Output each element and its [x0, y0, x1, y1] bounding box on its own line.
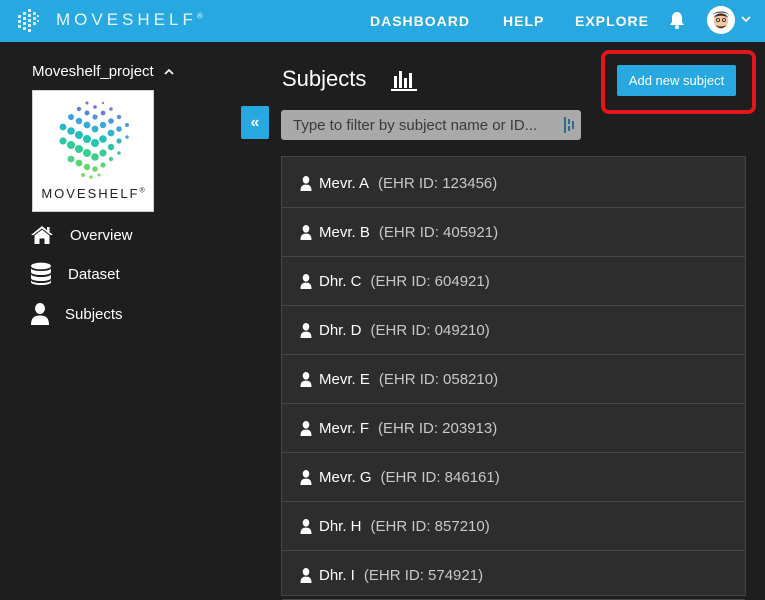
- user-icon: [31, 303, 49, 325]
- subject-ehr-id: (EHR ID: 123456): [378, 174, 498, 192]
- project-logo-text: MOVESHELF®: [41, 186, 145, 201]
- subject-name: Dhr. D: [319, 321, 362, 339]
- subject-name: Mevr. B: [319, 223, 370, 241]
- barcode-icon[interactable]: [564, 117, 576, 133]
- subject-name: Dhr. H: [319, 517, 362, 535]
- list-item[interactable]: Mevr. E (EHR ID: 058210): [282, 355, 745, 404]
- list-item[interactable]: Mevr. A (EHR ID: 123456): [282, 159, 745, 208]
- top-navbar: MOVESHELF® DASHBOARD HELP EXPLORE: [0, 0, 765, 42]
- nav-dashboard[interactable]: DASHBOARD: [370, 13, 470, 29]
- subject-ehr-id: (EHR ID: 846161): [380, 468, 500, 486]
- sidebar-item-subjects[interactable]: Subjects: [30, 302, 123, 326]
- user-icon: [300, 322, 312, 338]
- subject-name: Mevr. F: [319, 419, 370, 437]
- collapse-sidebar-button[interactable]: «: [241, 106, 269, 139]
- project-selector[interactable]: Moveshelf_project: [32, 63, 174, 80]
- subject-ehr-id: (EHR ID: 049210): [370, 321, 490, 339]
- home-icon: [31, 226, 53, 244]
- page-title: Subjects: [282, 66, 367, 91]
- bar-chart-icon[interactable]: [390, 68, 418, 92]
- brand-name[interactable]: MOVESHELF®: [56, 10, 203, 30]
- project-logo[interactable]: MOVESHELF®: [32, 90, 154, 212]
- bell-icon[interactable]: [669, 11, 685, 29]
- subject-list: Mevr. A (EHR ID: 123456) Mevr. B (EHR ID…: [281, 156, 746, 600]
- user-icon: [300, 518, 312, 534]
- user-icon: [300, 567, 312, 583]
- subject-name: Dhr. I: [319, 566, 355, 584]
- list-item[interactable]: Mevr. F (EHR ID: 203913): [282, 404, 745, 453]
- user-icon: [300, 469, 312, 485]
- chevron-down-icon[interactable]: [741, 15, 751, 23]
- filter-box: [281, 110, 581, 140]
- sidebar-item-overview[interactable]: Overview: [30, 223, 133, 247]
- user-icon: [300, 420, 312, 436]
- user-avatar[interactable]: [707, 6, 735, 34]
- chevron-up-icon: [164, 68, 174, 75]
- double-chevron-left-icon: «: [250, 113, 260, 131]
- sidebar-item-dataset[interactable]: Dataset: [30, 262, 120, 286]
- list-item[interactable]: Dhr. D (EHR ID: 049210): [282, 306, 745, 355]
- list-item[interactable]: Mevr. B (EHR ID: 405921): [282, 208, 745, 257]
- subject-name: Mevr. A: [319, 174, 370, 192]
- moveshelf-hexagon-icon: [59, 101, 129, 179]
- subject-name: Mevr. E: [319, 370, 370, 388]
- subject-ehr-id: (EHR ID: 405921): [378, 223, 499, 241]
- list-item[interactable]: Mevr. G (EHR ID: 846161): [282, 453, 745, 502]
- sidebar-item-label: Subjects: [65, 305, 123, 323]
- list-item[interactable]: Dhr. C (EHR ID: 604921): [282, 257, 745, 306]
- user-icon: [300, 175, 312, 191]
- subject-ehr-id: (EHR ID: 574921): [363, 566, 484, 584]
- subject-name: Dhr. C: [319, 272, 362, 290]
- subject-filter-input[interactable]: [293, 110, 555, 140]
- user-icon: [300, 273, 312, 289]
- subject-name: Mevr. G: [319, 468, 372, 486]
- add-new-subject-button[interactable]: Add new subject: [617, 65, 736, 96]
- nav-explore[interactable]: EXPLORE: [575, 13, 649, 29]
- moveshelf-logo-icon[interactable]: [16, 7, 42, 35]
- user-icon: [300, 371, 312, 387]
- list-item[interactable]: Dhr. H (EHR ID: 857210): [282, 502, 745, 551]
- project-name: Moveshelf_project: [32, 63, 154, 80]
- sidebar-item-label: Overview: [70, 226, 133, 244]
- user-icon: [300, 224, 312, 240]
- database-icon: [31, 262, 51, 285]
- subject-ehr-id: (EHR ID: 203913): [378, 419, 498, 437]
- subject-ehr-id: (EHR ID: 857210): [370, 517, 490, 535]
- subject-ehr-id: (EHR ID: 058210): [378, 370, 499, 388]
- list-item[interactable]: Dhr. I (EHR ID: 574921): [282, 551, 745, 600]
- sidebar-item-label: Dataset: [68, 265, 120, 283]
- subject-ehr-id: (EHR ID: 604921): [370, 272, 490, 290]
- nav-help[interactable]: HELP: [503, 13, 544, 29]
